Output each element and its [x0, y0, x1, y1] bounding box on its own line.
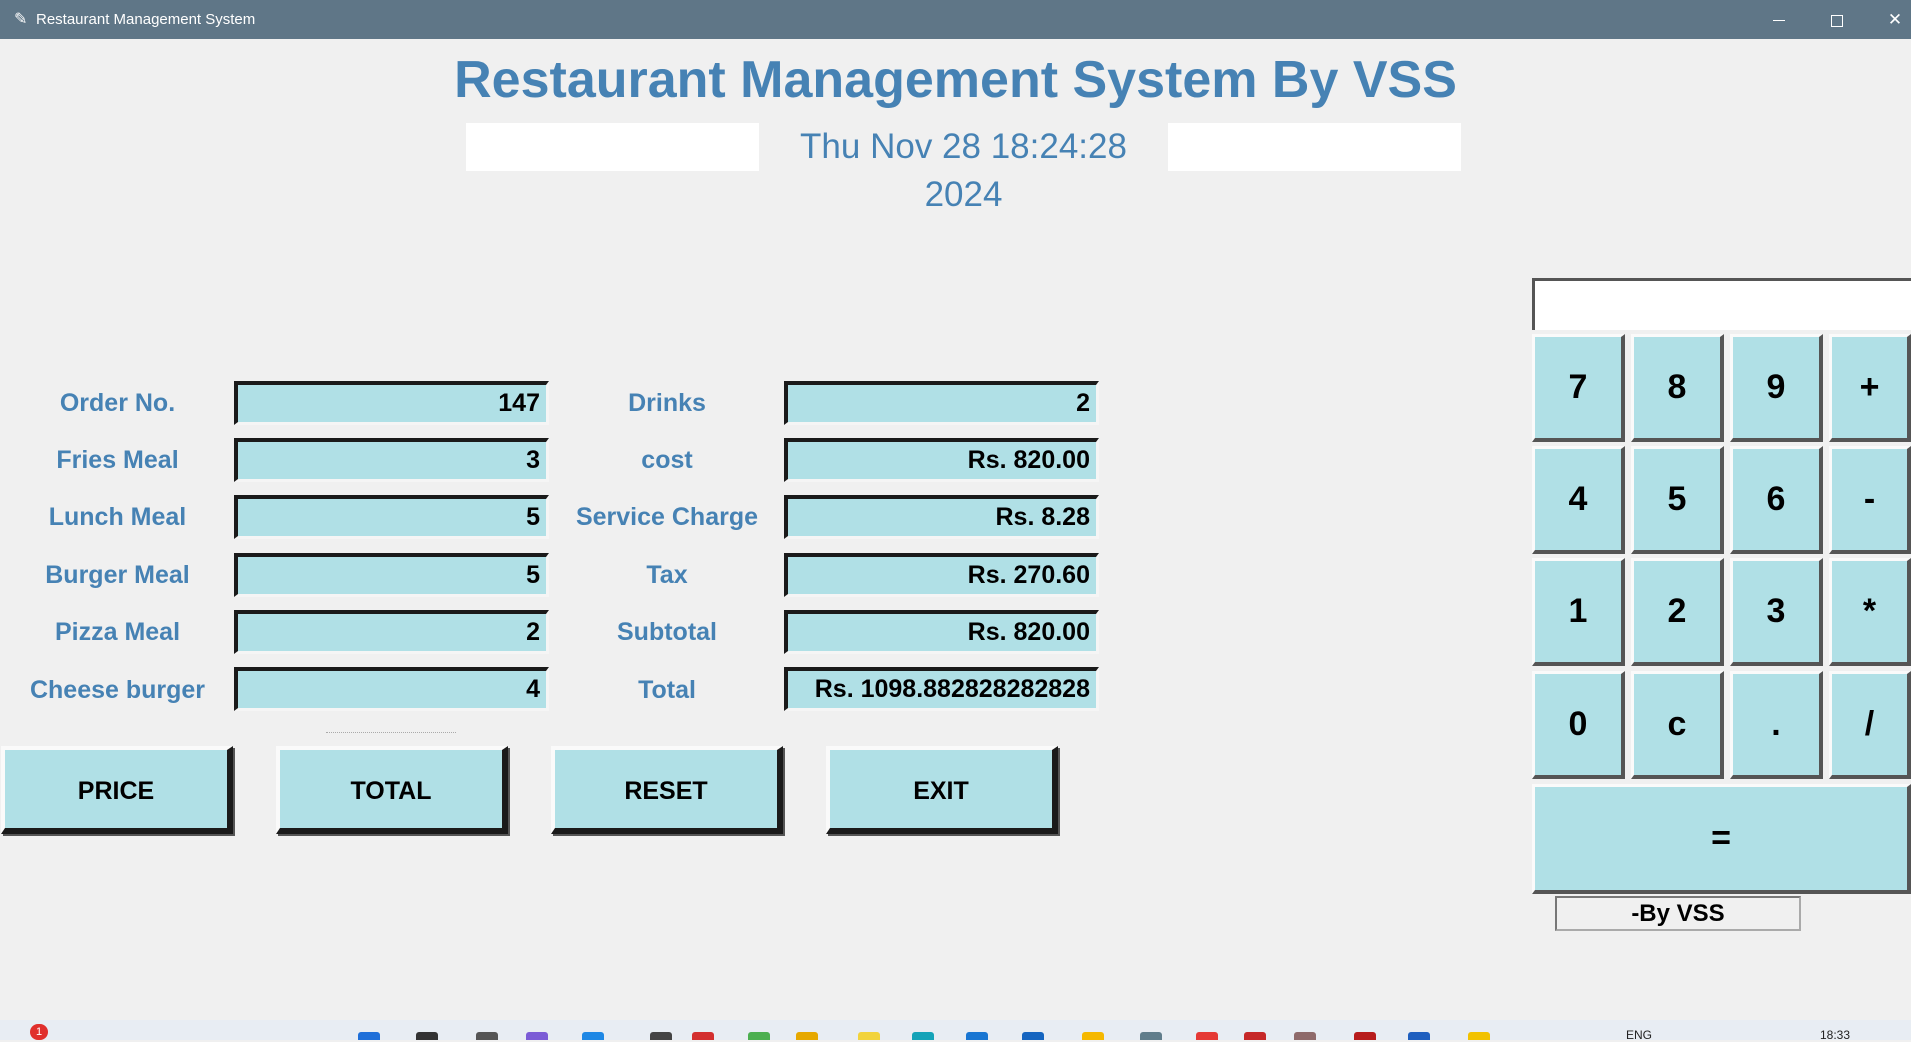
- close-icon: ✕: [1887, 10, 1903, 29]
- calc-key-2[interactable]: 2: [1631, 558, 1724, 666]
- start-icon[interactable]: [358, 1032, 380, 1040]
- order-no-field[interactable]: 147: [234, 381, 549, 425]
- window-titlebar: ✎ Restaurant Management System ✕: [0, 0, 1911, 39]
- store-icon[interactable]: [966, 1032, 988, 1040]
- order-no-label: Order No.: [59, 389, 176, 417]
- lunch-meal-label: Lunch Meal: [48, 503, 187, 531]
- fries-meal-field[interactable]: 3: [234, 438, 549, 482]
- app-icon[interactable]: [1196, 1032, 1218, 1040]
- cheese-burger-field[interactable]: 4: [234, 667, 549, 711]
- reset-button[interactable]: RESET: [551, 746, 783, 834]
- calc-key-multiply[interactable]: *: [1829, 558, 1911, 666]
- total-button[interactable]: TOTAL: [276, 746, 508, 834]
- notification-badge[interactable]: 1: [30, 1024, 48, 1040]
- task-view-icon[interactable]: [476, 1032, 498, 1040]
- calc-key-decimal[interactable]: .: [1730, 671, 1823, 779]
- mail-icon[interactable]: [692, 1032, 714, 1040]
- app-icon[interactable]: [1468, 1032, 1490, 1040]
- date-frame-right: [1168, 123, 1461, 171]
- price-button[interactable]: PRICE: [1, 746, 233, 834]
- tax-field[interactable]: Rs. 270.60: [784, 553, 1099, 597]
- calc-key-5[interactable]: 5: [1631, 446, 1724, 554]
- close-button[interactable]: ✕: [1872, 0, 1911, 39]
- calc-key-plus[interactable]: +: [1829, 334, 1911, 442]
- calc-key-clear[interactable]: c: [1631, 671, 1724, 779]
- calc-key-6[interactable]: 6: [1730, 446, 1823, 554]
- burger-meal-field[interactable]: 5: [234, 553, 549, 597]
- cheese-burger-label: Cheese burger: [29, 676, 206, 704]
- exit-button[interactable]: EXIT: [826, 746, 1058, 834]
- cost-field[interactable]: Rs. 820.00: [784, 438, 1099, 482]
- calc-key-divide[interactable]: /: [1829, 671, 1911, 779]
- maximize-button[interactable]: [1814, 0, 1860, 39]
- page-title: Restaurant Management System By VSS: [454, 51, 1457, 109]
- maximize-icon: [1831, 14, 1843, 27]
- tax-label: Tax: [646, 561, 688, 589]
- total-field[interactable]: Rs. 1098.882828282828: [784, 667, 1099, 711]
- focus-divider: [326, 732, 456, 733]
- app-icon[interactable]: [650, 1032, 672, 1040]
- subtotal-field[interactable]: Rs. 820.00: [784, 610, 1099, 654]
- service-charge-field[interactable]: Rs. 8.28: [784, 495, 1099, 539]
- total-label: Total: [638, 676, 696, 704]
- minimize-icon: [1773, 20, 1785, 22]
- date-frame-left: [466, 123, 759, 171]
- edge-icon[interactable]: [582, 1032, 604, 1040]
- app-icon[interactable]: [1408, 1032, 1430, 1040]
- app-icon[interactable]: [912, 1032, 934, 1040]
- chrome-icon[interactable]: [1082, 1032, 1104, 1040]
- cost-label: cost: [641, 446, 693, 474]
- notes-icon[interactable]: [858, 1032, 880, 1040]
- app-feather-icon: ✎: [14, 11, 28, 28]
- pizza-meal-label: Pizza Meal: [54, 618, 181, 646]
- window-title: Restaurant Management System: [36, 11, 256, 28]
- drinks-field[interactable]: 2: [784, 381, 1099, 425]
- search-icon[interactable]: [416, 1032, 438, 1040]
- subtotal-label: Subtotal: [617, 618, 717, 646]
- python-icon[interactable]: [1294, 1032, 1316, 1040]
- burger-meal-label: Burger Meal: [45, 561, 190, 589]
- calc-key-minus[interactable]: -: [1829, 446, 1911, 554]
- app-icon[interactable]: [748, 1032, 770, 1040]
- folder-icon[interactable]: [796, 1032, 818, 1040]
- app-icon[interactable]: [1140, 1032, 1162, 1040]
- minimize-button[interactable]: [1756, 0, 1802, 39]
- teams-icon[interactable]: [526, 1032, 548, 1040]
- credit-label: -By VSS: [1555, 896, 1801, 931]
- taskbar: 1 ENG 18:33: [0, 1020, 1911, 1042]
- fries-meal-label: Fries Meal: [56, 446, 179, 474]
- app-icon[interactable]: [1244, 1032, 1266, 1040]
- calc-key-8[interactable]: 8: [1631, 334, 1724, 442]
- app-icon[interactable]: [1022, 1032, 1044, 1040]
- calc-key-1[interactable]: 1: [1532, 558, 1625, 666]
- calc-key-7[interactable]: 7: [1532, 334, 1625, 442]
- pizza-meal-field[interactable]: 2: [234, 610, 549, 654]
- calc-key-equals[interactable]: =: [1532, 784, 1911, 894]
- datetime-label: Thu Nov 28 18:24:28 2024: [800, 127, 1127, 214]
- lunch-meal-field[interactable]: 5: [234, 495, 549, 539]
- service-charge-label: Service Charge: [575, 503, 759, 531]
- drinks-label: Drinks: [628, 389, 706, 417]
- app-icon[interactable]: [1354, 1032, 1376, 1040]
- calc-key-4[interactable]: 4: [1532, 446, 1625, 554]
- calc-key-3[interactable]: 3: [1730, 558, 1823, 666]
- calc-key-9[interactable]: 9: [1730, 334, 1823, 442]
- calculator-display[interactable]: [1532, 278, 1911, 330]
- calc-key-0[interactable]: 0: [1532, 671, 1625, 779]
